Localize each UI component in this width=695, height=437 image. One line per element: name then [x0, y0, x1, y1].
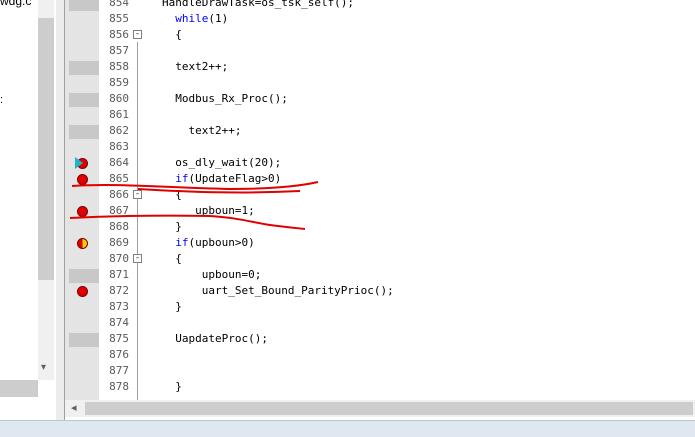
fold-toggle-icon[interactable]: -: [133, 254, 142, 263]
breakpoint-icon[interactable]: [77, 286, 88, 297]
code-text[interactable]: UapdateProc();: [162, 331, 268, 347]
code-line[interactable]: 875 UapdateProc();: [65, 331, 695, 347]
tree-connector: :: [0, 94, 4, 106]
line-number: 856: [109, 28, 129, 41]
code-line[interactable]: 869 if(upboun>0): [65, 235, 695, 251]
project-panel-vertical-scrollbar[interactable]: ▾: [38, 0, 54, 380]
code-text[interactable]: text2++;: [162, 59, 228, 75]
fold-toggle-icon[interactable]: -: [133, 190, 142, 199]
code-line[interactable]: 872 uart_Set_Bound_ParityPrioc();: [65, 283, 695, 299]
code-text[interactable]: {: [162, 187, 182, 203]
line-number: 863: [109, 140, 129, 153]
disabled-breakpoint-icon[interactable]: [77, 238, 88, 249]
line-number: 874: [109, 316, 129, 329]
fold-toggle-icon[interactable]: -: [133, 30, 142, 39]
line-number: 857: [109, 44, 129, 57]
code-text[interactable]: uart_Set_Bound_ParityPrioc();: [162, 283, 394, 299]
code-text[interactable]: }: [162, 219, 182, 235]
code-line[interactable]: 855 while(1): [65, 11, 695, 27]
executable-line-marker[interactable]: [69, 333, 99, 347]
code-line[interactable]: 854 HandleDrawTask=os_tsk_self();: [65, 0, 695, 11]
code-line[interactable]: 859: [65, 75, 695, 91]
code-line[interactable]: 857: [65, 43, 695, 59]
line-number: 867: [109, 204, 129, 217]
code-line[interactable]: 868 }: [65, 219, 695, 235]
code-line[interactable]: 876: [65, 347, 695, 363]
line-number: 854: [109, 0, 129, 9]
executable-line-marker[interactable]: [69, 93, 99, 107]
code-text[interactable]: if(upboun>0): [162, 235, 254, 251]
line-number: 858: [109, 60, 129, 73]
code-text[interactable]: }: [162, 299, 182, 315]
executable-line-marker[interactable]: [69, 269, 99, 283]
chevron-left-icon[interactable]: ◂: [71, 401, 77, 414]
code-line[interactable]: 866- {: [65, 187, 695, 203]
line-number: 876: [109, 348, 129, 361]
line-number: 871: [109, 268, 129, 281]
current-line-arrow-icon: [75, 157, 83, 169]
code-text[interactable]: Modbus_Rx_Proc();: [162, 91, 288, 107]
code-line[interactable]: 865 if(UpdateFlag>0): [65, 171, 695, 187]
code-text[interactable]: {: [162, 27, 182, 43]
breakpoint-icon[interactable]: [77, 206, 88, 217]
status-bar: [0, 420, 695, 437]
code-line[interactable]: 873 }: [65, 299, 695, 315]
line-number: 873: [109, 300, 129, 313]
code-line[interactable]: 861: [65, 107, 695, 123]
line-number: 865: [109, 172, 129, 185]
code-line[interactable]: 867 upboun=1;: [65, 203, 695, 219]
line-number: 868: [109, 220, 129, 233]
code-text[interactable]: while(1): [162, 11, 228, 27]
line-number: 866: [109, 188, 129, 201]
editor-horizontal-scrollbar[interactable]: ◂: [65, 400, 695, 417]
project-panel: wdg.c : ▾: [0, 0, 57, 398]
code-line[interactable]: 871 upboun=0;: [65, 267, 695, 283]
line-number: 877: [109, 364, 129, 377]
code-editor[interactable]: 854 HandleDrawTask=os_tsk_self(); 855 whil…: [65, 0, 695, 400]
executable-line-marker[interactable]: [69, 0, 99, 11]
code-text[interactable]: if(UpdateFlag>0): [162, 171, 281, 187]
breakpoint-icon[interactable]: [77, 174, 88, 185]
keyword: if: [175, 236, 189, 249]
keyword: if: [175, 172, 189, 185]
code-line[interactable]: 858 text2++;: [65, 59, 695, 75]
line-number: 855: [109, 12, 129, 25]
line-number: 861: [109, 108, 129, 121]
executable-line-marker[interactable]: [69, 61, 99, 75]
line-number: 878: [109, 380, 129, 393]
line-number: 869: [109, 236, 129, 249]
code-text[interactable]: {: [162, 251, 182, 267]
code-line[interactable]: 856- {: [65, 27, 695, 43]
line-number: 862: [109, 124, 129, 137]
code-line[interactable]: 863: [65, 139, 695, 155]
code-text[interactable]: upboun=1;: [162, 203, 255, 219]
code-line[interactable]: 874: [65, 315, 695, 331]
code-text[interactable]: text2++;: [162, 123, 241, 139]
line-number: 864: [109, 156, 129, 169]
scrollbar-thumb[interactable]: [85, 402, 693, 415]
code-line[interactable]: 864 os_dly_wait(20);: [65, 155, 695, 171]
code-line[interactable]: 877: [65, 363, 695, 379]
code-text[interactable]: os_dly_wait(20);: [162, 155, 281, 171]
code-text[interactable]: HandleDrawTask=os_tsk_self();: [162, 0, 354, 11]
chevron-down-icon[interactable]: ▾: [41, 362, 46, 373]
panel-splitter[interactable]: [56, 0, 65, 436]
keyword: while: [175, 12, 209, 25]
line-number: 872: [109, 284, 129, 297]
code-text[interactable]: }: [162, 379, 182, 395]
code-text[interactable]: upboun=0;: [162, 267, 262, 283]
code-line[interactable]: 870- {: [65, 251, 695, 267]
executable-line-marker[interactable]: [69, 125, 99, 139]
line-number: 870: [109, 252, 129, 265]
project-file-item[interactable]: wdg.c: [0, 0, 31, 8]
code-line[interactable]: 860 Modbus_Rx_Proc();: [65, 91, 695, 107]
line-number: 875: [109, 332, 129, 345]
scrollbar-thumb[interactable]: [38, 18, 54, 280]
code-line[interactable]: 862 text2++;: [65, 123, 695, 139]
line-number: 860: [109, 92, 129, 105]
project-panel-horizontal-scrollbar[interactable]: [0, 380, 38, 397]
line-number: 859: [109, 76, 129, 89]
code-line[interactable]: 878 }: [65, 379, 695, 395]
